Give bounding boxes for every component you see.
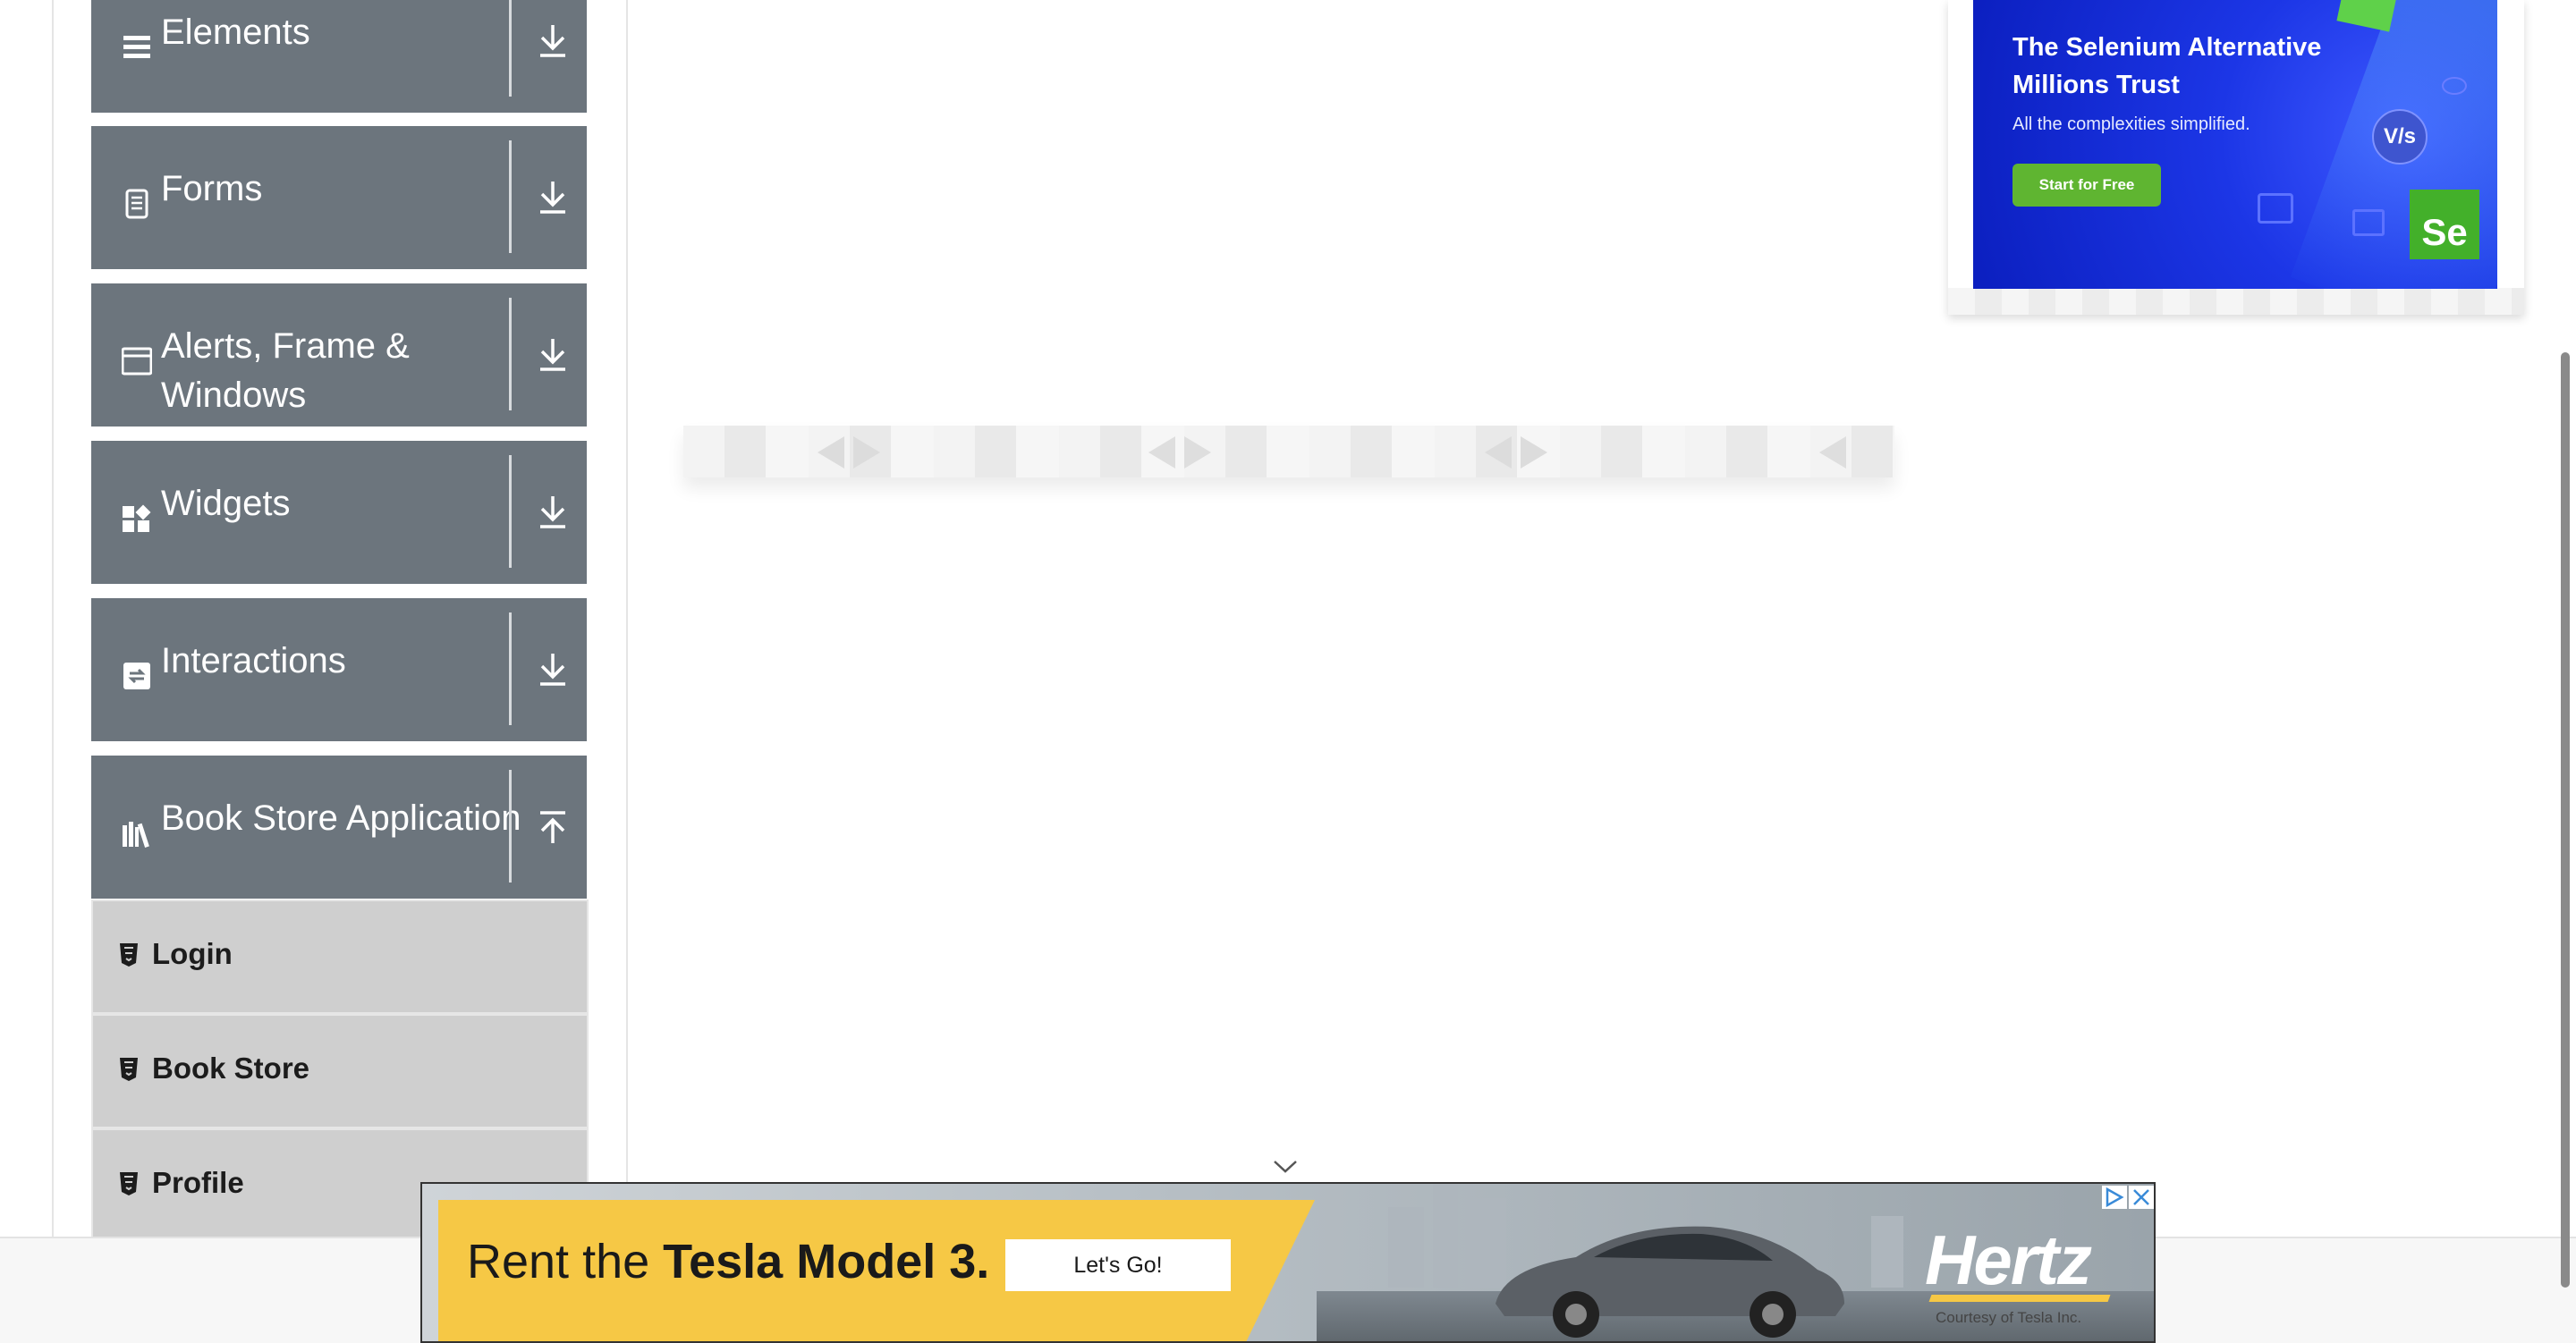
- loader-triangle: [1148, 436, 1175, 469]
- loading-placeholder: [683, 426, 1894, 477]
- hertz-banner-ad[interactable]: Rent the Tesla Model 3. Let's Go! Hertz …: [420, 1182, 2156, 1343]
- sidebar-group-label: Book Store Application: [161, 798, 521, 838]
- sidebar-item-book-store[interactable]: Book Store: [91, 1014, 589, 1128]
- upload-arrow-icon[interactable]: [535, 807, 571, 847]
- window-icon: [122, 347, 152, 376]
- sidebar-item-label: Login: [152, 937, 233, 970]
- skyline-building: [1433, 1184, 1458, 1288]
- download-arrow-icon[interactable]: [535, 335, 571, 375]
- sidebar-group-label: Forms: [161, 169, 263, 208]
- sidebar-group-label-line1: Alerts, Frame &: [161, 326, 410, 366]
- sidebar-item-label: Profile: [152, 1166, 244, 1199]
- browser-window-icon: [2352, 209, 2385, 236]
- loader-triangle: [1485, 436, 1512, 469]
- html5-shield-icon: [120, 943, 138, 967]
- sidebar-group-label: Interactions: [161, 641, 346, 680]
- selenium-alternative-ad[interactable]: The Selenium Alternative Millions Trust …: [1973, 0, 2497, 289]
- skyline-building: [1388, 1207, 1424, 1288]
- sidebar-group-forms[interactable]: Forms: [91, 126, 587, 269]
- chevron-down-icon[interactable]: [1272, 1159, 1299, 1175]
- selenium-logo-text: Se: [2421, 211, 2468, 253]
- courtesy-text: Courtesy of Tesla Inc.: [1936, 1309, 2082, 1326]
- hertz-logo-underline: [1928, 1295, 2111, 1302]
- tesla-car-image: [1496, 1226, 1844, 1338]
- divider: [509, 455, 512, 568]
- start-for-free-button[interactable]: Start for Free: [2012, 164, 2161, 207]
- sidebar-group-interactions[interactable]: Interactions: [91, 598, 587, 741]
- browser-window-icon: [2258, 193, 2293, 224]
- skyline-building: [1871, 1216, 1903, 1288]
- sidebar-item-login[interactable]: Login: [91, 900, 589, 1014]
- loader-triangle: [818, 436, 844, 469]
- download-arrow-icon[interactable]: [535, 21, 571, 61]
- hertz-logo: Hertz: [1925, 1221, 2092, 1299]
- books-icon: [123, 822, 149, 848]
- banner-headline-prefix: Rent the: [467, 1235, 664, 1288]
- loader-triangle: [853, 436, 880, 469]
- download-arrow-icon[interactable]: [535, 178, 571, 217]
- sidebar-group-label: Widgets: [161, 484, 291, 523]
- banner-headline-model: Tesla Model 3.: [663, 1235, 990, 1288]
- divider: [509, 612, 512, 725]
- divider: [509, 0, 512, 97]
- adchoices-icon[interactable]: [2102, 1186, 2127, 1209]
- sidebar-group-alerts-frame-windows[interactable]: Alerts, Frame & Windows: [91, 283, 587, 427]
- ad-headline-line2: Millions Trust: [2012, 71, 2180, 99]
- lets-go-button[interactable]: Let's Go!: [1005, 1239, 1231, 1291]
- banner-headline: Rent the Tesla Model 3.: [467, 1234, 989, 1289]
- sidebar-group-elements[interactable]: Elements: [91, 0, 587, 113]
- divider: [509, 298, 512, 410]
- sidebar-group-book-store-application[interactable]: Book Store Application: [91, 756, 587, 899]
- sidebar-group-label-line2: Windows: [161, 376, 307, 415]
- loader-triangle: [1184, 436, 1211, 469]
- loader-triangle: [1819, 436, 1846, 469]
- download-arrow-icon[interactable]: [535, 493, 571, 532]
- ad-frame-pattern: [1948, 288, 2524, 315]
- scrollbar-thumb[interactable]: [2561, 352, 2570, 1288]
- sidebar-group-widgets[interactable]: Widgets: [91, 441, 587, 584]
- selenium-logo: Se: [2410, 190, 2479, 259]
- ad-headline: The Selenium Alternative Millions Trust: [2012, 29, 2321, 104]
- interactions-icon: [123, 663, 150, 689]
- eye-icon: [2442, 77, 2467, 95]
- close-icon[interactable]: [2129, 1186, 2154, 1209]
- html5-shield-icon: [120, 1058, 138, 1081]
- widgets-icon: [123, 504, 151, 532]
- divider: [509, 140, 512, 253]
- download-arrow-icon[interactable]: [535, 650, 571, 689]
- ad-subtext: All the complexities simplified.: [2012, 114, 2250, 134]
- hamburger-list-icon: [123, 36, 150, 58]
- sidebar-group-label: Elements: [161, 13, 310, 52]
- html5-shield-icon: [120, 1172, 138, 1195]
- ad-headline-line1: The Selenium Alternative: [2012, 33, 2322, 62]
- sidebar-item-label: Book Store: [152, 1052, 310, 1085]
- loader-triangle: [1521, 436, 1547, 469]
- divider: [509, 770, 512, 883]
- versus-badge: V/s: [2372, 109, 2428, 165]
- document-icon: [125, 189, 148, 219]
